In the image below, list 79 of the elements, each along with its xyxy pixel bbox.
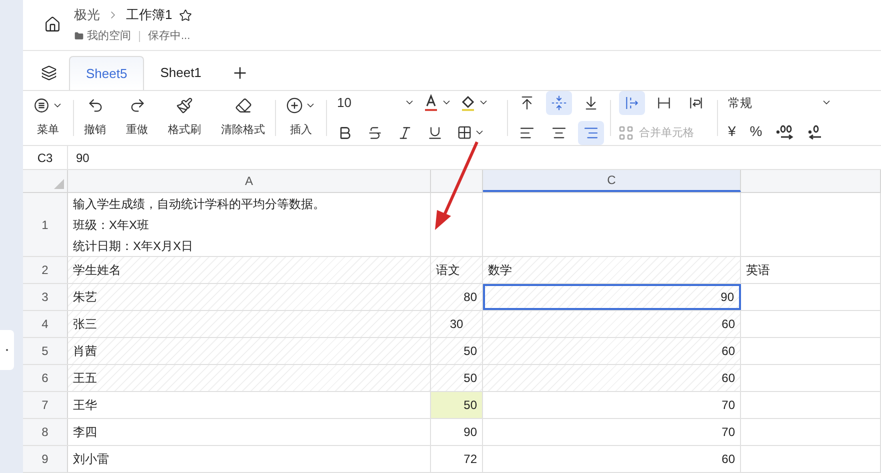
percent-button[interactable]: % xyxy=(750,121,762,142)
star-icon[interactable] xyxy=(179,8,192,22)
borders-icon xyxy=(457,125,472,140)
table-cell: 50 xyxy=(431,365,483,391)
table-cell: 英语 xyxy=(741,257,881,283)
overflow-icon xyxy=(624,94,640,111)
align-middle-icon xyxy=(551,94,567,111)
number-format-select[interactable]: 常规 xyxy=(728,92,832,114)
menu-button[interactable]: 菜单 xyxy=(23,92,73,144)
fill-color-button[interactable] xyxy=(460,94,489,112)
merge-icon xyxy=(619,126,633,140)
row-header[interactable]: 2 xyxy=(23,257,68,283)
folder-icon xyxy=(74,31,84,42)
eraser-icon xyxy=(234,97,252,114)
row-header[interactable]: 9 xyxy=(23,446,68,472)
home-icon[interactable] xyxy=(44,16,61,34)
formula-input[interactable]: 90 xyxy=(68,146,881,170)
paintbrush-icon xyxy=(176,97,193,114)
currency-button[interactable]: ¥ xyxy=(728,121,736,142)
italic-icon[interactable] xyxy=(397,124,413,141)
strikethrough-icon[interactable] xyxy=(367,124,383,141)
breadcrumb-link[interactable]: 极光 xyxy=(74,5,100,25)
font-color-icon xyxy=(423,94,439,112)
painter-button[interactable]: 格式刷 xyxy=(158,92,211,144)
table-cell: 王五 xyxy=(68,365,431,391)
corner-triangle-icon xyxy=(54,179,64,189)
table-cell: 72 xyxy=(431,446,483,472)
redo-button[interactable]: 重做 xyxy=(116,92,158,144)
plus-circle-icon xyxy=(286,97,303,114)
table-cell: 学生姓名 xyxy=(68,257,431,283)
font-size-select[interactable]: 10 xyxy=(337,93,415,113)
row-header[interactable]: 5 xyxy=(23,338,68,364)
fill-color-icon xyxy=(460,94,476,112)
location-link[interactable]: 我的空间 xyxy=(87,28,131,44)
wrap-icon xyxy=(688,94,704,111)
align-bottom-icon xyxy=(583,94,599,111)
font-color-button[interactable] xyxy=(423,94,452,112)
table-cell: 朱艺 xyxy=(68,284,431,310)
insert-button[interactable]: 插入 xyxy=(276,92,326,144)
underline-icon[interactable] xyxy=(427,124,443,141)
table-cell: 80 xyxy=(431,284,483,310)
align-top-icon xyxy=(519,94,535,111)
undo-icon xyxy=(86,97,104,114)
redo-icon xyxy=(128,97,146,114)
sheet-tab[interactable]: Sheet1 xyxy=(144,56,218,90)
clip-icon xyxy=(656,94,672,111)
table-cell: 李四 xyxy=(68,419,431,445)
table-cell: 肖茜 xyxy=(68,338,431,364)
row-header[interactable]: 3 xyxy=(23,284,68,310)
row-header[interactable]: 6 xyxy=(23,365,68,391)
table-cell: 90 xyxy=(431,419,483,445)
table-cell: 90 xyxy=(483,284,741,310)
undo-button[interactable]: 撤销 xyxy=(74,92,116,144)
table-cell: 刘小雷 xyxy=(68,446,431,472)
align-overflow-button[interactable] xyxy=(619,90,645,115)
row-header[interactable]: 1 xyxy=(23,193,68,256)
row-header[interactable]: 7 xyxy=(23,392,68,418)
layers-icon[interactable] xyxy=(41,64,57,81)
row-header[interactable]: 8 xyxy=(23,419,68,445)
row-header[interactable]: 4 xyxy=(23,311,68,337)
menu-icon xyxy=(33,97,50,114)
cell-reference[interactable]: C3 xyxy=(23,146,68,170)
table-cell: 输入学生成绩，自动统计学科的平均分等数据。 班级：X年X班 统计日期：X年X月X日 xyxy=(68,193,431,256)
align-right-button[interactable] xyxy=(578,120,604,145)
column-header[interactable]: A xyxy=(68,170,431,192)
column-header[interactable]: C xyxy=(483,170,741,192)
sheet-tab[interactable]: Sheet5 xyxy=(69,56,144,90)
table-cell: 50 xyxy=(431,338,483,364)
increase-decimal-icon[interactable] xyxy=(776,124,794,140)
table-cell: 张三 xyxy=(68,311,431,337)
document-title: 工作簿1 xyxy=(126,6,172,24)
table-cell: 50 xyxy=(431,392,483,418)
decrease-decimal-icon[interactable] xyxy=(808,124,822,140)
clear-button[interactable]: 清除格式 xyxy=(211,92,275,144)
table-cell: 30 xyxy=(431,311,483,337)
save-status: 保存中... xyxy=(148,28,190,44)
table-cell: 语文 xyxy=(431,257,483,283)
borders-button[interactable] xyxy=(457,125,485,140)
align-middle-button[interactable] xyxy=(546,90,572,115)
